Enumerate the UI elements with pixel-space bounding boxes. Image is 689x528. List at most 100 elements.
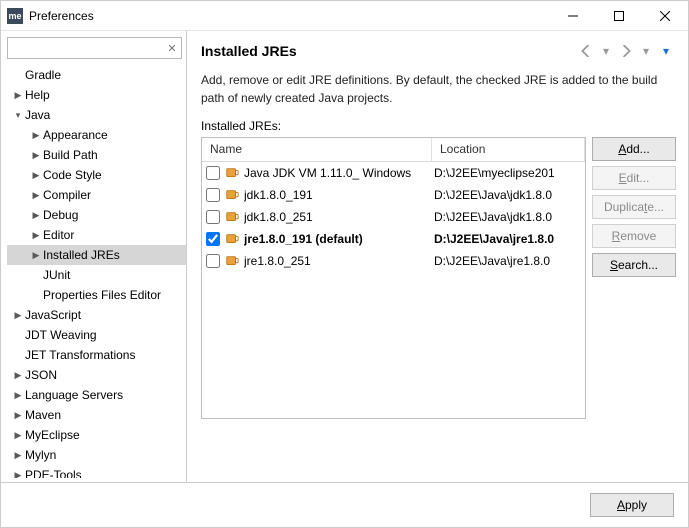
nav-forward-menu-icon[interactable]: ▾ bbox=[636, 41, 656, 61]
tree-item-label: Editor bbox=[43, 228, 186, 242]
app-icon: me bbox=[7, 8, 23, 24]
expand-icon[interactable]: ▶ bbox=[11, 310, 25, 321]
maximize-button[interactable] bbox=[596, 1, 642, 31]
tree-item[interactable]: ▶Build Path bbox=[7, 145, 186, 165]
tree-item-label: MyEclipse bbox=[25, 428, 186, 442]
tree-item-label: Help bbox=[25, 88, 186, 102]
expand-icon[interactable]: ▶ bbox=[29, 250, 43, 261]
tree-item[interactable]: ▶PDE-Tools bbox=[7, 465, 186, 478]
jre-icon bbox=[224, 253, 240, 269]
table-row[interactable]: Java JDK VM 1.11.0_ WindowsD:\J2EE\myecl… bbox=[202, 162, 585, 184]
tree-item-label: PDE-Tools bbox=[25, 468, 186, 478]
close-button[interactable] bbox=[642, 1, 688, 31]
tree-item[interactable]: ▶Compiler bbox=[7, 185, 186, 205]
nav-back-menu-icon[interactable]: ▾ bbox=[596, 41, 616, 61]
table-row[interactable]: jre1.8.0_191 (default)D:\J2EE\Java\jre1.… bbox=[202, 228, 585, 250]
expand-icon[interactable]: ▶ bbox=[29, 130, 43, 141]
tree-item-label: JUnit bbox=[43, 268, 186, 282]
tree-item[interactable]: JUnit bbox=[7, 265, 186, 285]
jre-location: D:\J2EE\myeclipse201 bbox=[434, 166, 585, 180]
sidebar: ✕ Gradle▶Help▾Java▶Appearance▶Build Path… bbox=[1, 31, 187, 482]
jre-checkbox[interactable] bbox=[206, 166, 220, 180]
jre-icon bbox=[224, 187, 240, 203]
add-button[interactable]: Add... bbox=[592, 137, 676, 161]
jre-icon bbox=[224, 209, 240, 225]
column-name[interactable]: Name bbox=[202, 138, 432, 161]
tree-item[interactable]: Properties Files Editor bbox=[7, 285, 186, 305]
filter-box: ✕ bbox=[7, 37, 182, 59]
tree-item[interactable]: ▶Installed JREs bbox=[7, 245, 186, 265]
clear-filter-icon[interactable]: ✕ bbox=[163, 38, 181, 58]
tree-item-label: JSON bbox=[25, 368, 186, 382]
jre-icon bbox=[224, 231, 240, 247]
tree-item-label: Code Style bbox=[43, 168, 186, 182]
tree-item[interactable]: ▶Code Style bbox=[7, 165, 186, 185]
duplicate-button: Duplicate... bbox=[592, 195, 676, 219]
tree-item-label: Java bbox=[25, 108, 186, 122]
expand-icon[interactable]: ▶ bbox=[11, 410, 25, 421]
expand-icon[interactable]: ▶ bbox=[11, 370, 25, 381]
jre-table: Name Location Java JDK VM 1.11.0_ Window… bbox=[201, 137, 586, 419]
expand-icon[interactable]: ▶ bbox=[11, 450, 25, 461]
jre-checkbox[interactable] bbox=[206, 210, 220, 224]
nav-forward-button[interactable] bbox=[616, 41, 636, 61]
tree-item-label: Gradle bbox=[25, 68, 186, 82]
tree-item[interactable]: ▶Appearance bbox=[7, 125, 186, 145]
expand-icon[interactable]: ▶ bbox=[29, 190, 43, 201]
tree-item[interactable]: JDT Weaving bbox=[7, 325, 186, 345]
page-title: Installed JREs bbox=[201, 43, 576, 59]
expand-icon[interactable]: ▶ bbox=[11, 470, 25, 479]
jre-checkbox[interactable] bbox=[206, 254, 220, 268]
preferences-tree[interactable]: Gradle▶Help▾Java▶Appearance▶Build Path▶C… bbox=[5, 65, 186, 478]
search-button[interactable]: Search... bbox=[592, 253, 676, 277]
expand-icon[interactable]: ▶ bbox=[11, 390, 25, 401]
tree-item-label: JDT Weaving bbox=[25, 328, 186, 342]
table-action-buttons: Add... Edit... Duplicate... Remove Searc… bbox=[592, 137, 676, 419]
jre-checkbox[interactable] bbox=[206, 188, 220, 202]
apply-button[interactable]: Apply bbox=[590, 493, 674, 517]
jre-location: D:\J2EE\Java\jdk1.8.0 bbox=[434, 188, 585, 202]
tree-item-label: Appearance bbox=[43, 128, 186, 142]
column-location[interactable]: Location bbox=[432, 138, 585, 161]
tree-item[interactable]: ▶Language Servers bbox=[7, 385, 186, 405]
tree-item[interactable]: ▾Java bbox=[7, 105, 186, 125]
tree-item-label: JET Transformations bbox=[25, 348, 186, 362]
expand-icon[interactable]: ▶ bbox=[29, 210, 43, 221]
nav-back-button[interactable] bbox=[576, 41, 596, 61]
tree-item[interactable]: ▶Debug bbox=[7, 205, 186, 225]
tree-item[interactable]: ▶Maven bbox=[7, 405, 186, 425]
expand-icon[interactable]: ▶ bbox=[11, 90, 25, 101]
tree-item[interactable]: ▶Help bbox=[7, 85, 186, 105]
jre-checkbox[interactable] bbox=[206, 232, 220, 246]
tree-item[interactable]: Gradle bbox=[7, 65, 186, 85]
dialog-button-bar: Apply bbox=[1, 483, 688, 527]
filter-input[interactable] bbox=[8, 38, 163, 58]
minimize-button[interactable] bbox=[550, 1, 596, 31]
edit-button: Edit... bbox=[592, 166, 676, 190]
expand-icon[interactable]: ▶ bbox=[29, 170, 43, 181]
expand-icon[interactable]: ▶ bbox=[29, 150, 43, 161]
jre-location: D:\J2EE\Java\jdk1.8.0 bbox=[434, 210, 585, 224]
view-menu-icon[interactable]: ▾ bbox=[656, 41, 676, 61]
page-description: Add, remove or edit JRE definitions. By … bbox=[201, 71, 676, 107]
tree-item[interactable]: ▶JavaScript bbox=[7, 305, 186, 325]
tree-item[interactable]: ▶JSON bbox=[7, 365, 186, 385]
expand-icon[interactable]: ▶ bbox=[29, 230, 43, 241]
jre-name: jre1.8.0_251 bbox=[244, 254, 434, 268]
jre-name: jdk1.8.0_191 bbox=[244, 188, 434, 202]
tree-item[interactable]: ▶Editor bbox=[7, 225, 186, 245]
expand-icon[interactable]: ▾ bbox=[11, 110, 25, 121]
table-row[interactable]: jdk1.8.0_251D:\J2EE\Java\jdk1.8.0 bbox=[202, 206, 585, 228]
tree-item-label: Build Path bbox=[43, 148, 186, 162]
tree-item[interactable]: ▶Mylyn bbox=[7, 445, 186, 465]
title-bar: me Preferences bbox=[1, 1, 688, 31]
tree-item[interactable]: JET Transformations bbox=[7, 345, 186, 365]
tree-item-label: Mylyn bbox=[25, 448, 186, 462]
expand-icon[interactable]: ▶ bbox=[11, 430, 25, 441]
tree-item[interactable]: ▶MyEclipse bbox=[7, 425, 186, 445]
table-row[interactable]: jdk1.8.0_191D:\J2EE\Java\jdk1.8.0 bbox=[202, 184, 585, 206]
table-header: Name Location bbox=[202, 138, 585, 162]
table-row[interactable]: jre1.8.0_251D:\J2EE\Java\jre1.8.0 bbox=[202, 250, 585, 272]
tree-item-label: Properties Files Editor bbox=[43, 288, 186, 302]
tree-item-label: Maven bbox=[25, 408, 186, 422]
